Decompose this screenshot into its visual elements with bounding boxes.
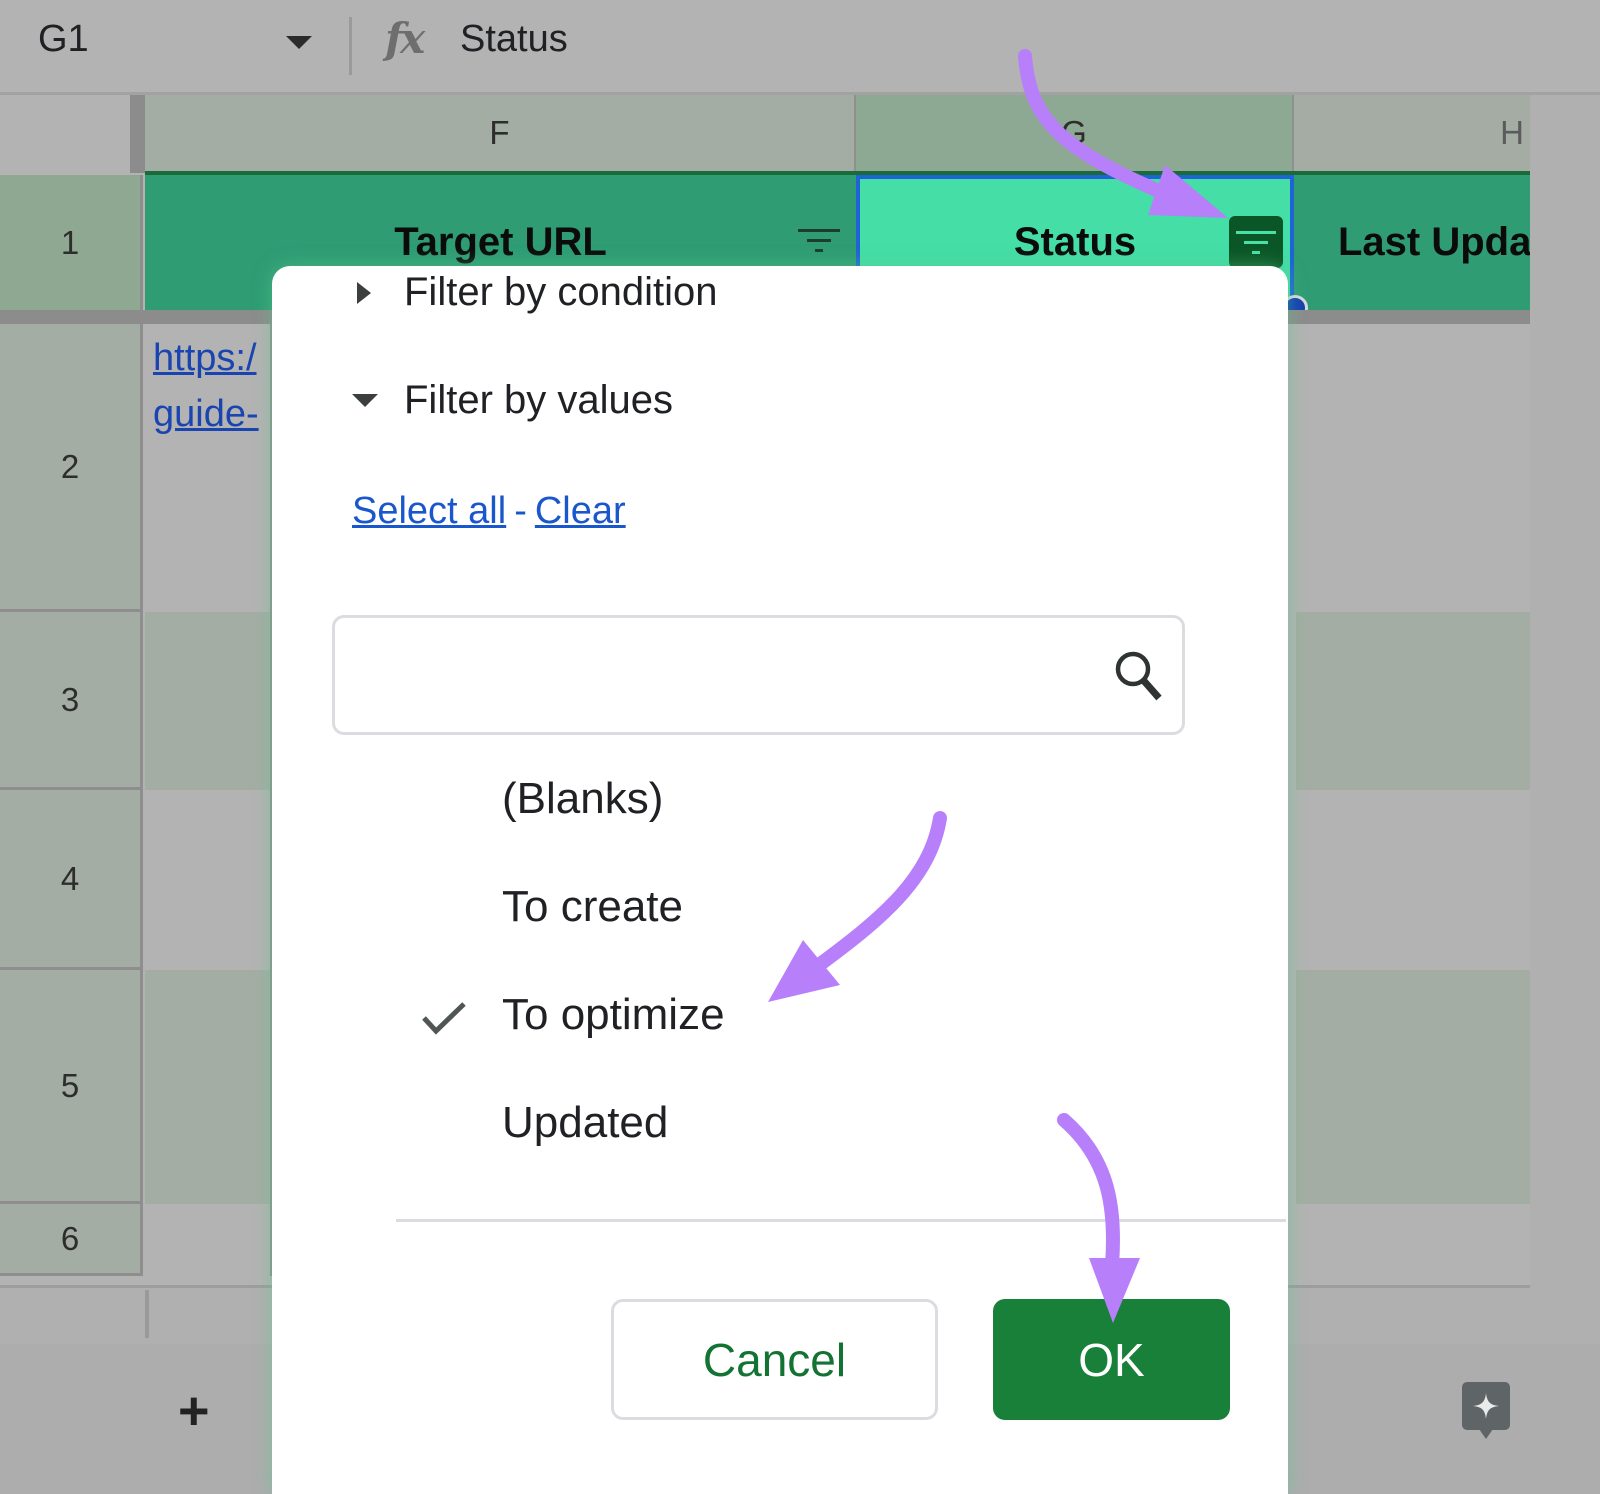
formula-bar-divider bbox=[349, 17, 352, 75]
value-option-blanks[interactable]: (Blanks) bbox=[502, 774, 663, 824]
header-cell-label: Last Upda bbox=[1338, 220, 1530, 264]
row-header-4[interactable]: 4 bbox=[0, 790, 143, 970]
link-separator: - bbox=[514, 490, 527, 532]
filter-button-active[interactable] bbox=[1229, 216, 1283, 268]
cell-h6[interactable] bbox=[1296, 1204, 1530, 1276]
clear-link[interactable]: Clear bbox=[535, 490, 626, 532]
cell-f6[interactable] bbox=[145, 1204, 272, 1276]
filter-by-condition-label: Filter by condition bbox=[404, 270, 718, 314]
dialog-divider bbox=[396, 1219, 1286, 1222]
header-cell-last-updated[interactable]: Last Upda bbox=[1294, 175, 1530, 310]
row-header-2[interactable]: 2 bbox=[0, 324, 143, 612]
formula-input[interactable]: Status bbox=[460, 18, 568, 61]
column-header-g[interactable]: G bbox=[856, 95, 1294, 171]
grid-divider bbox=[145, 1290, 149, 1338]
cancel-button[interactable]: Cancel bbox=[611, 1299, 938, 1420]
value-search-input[interactable] bbox=[353, 638, 1097, 714]
select-all-link[interactable]: Select all bbox=[352, 490, 506, 532]
filter-by-values-label: Filter by values bbox=[404, 378, 673, 422]
row-header-3[interactable]: 3 bbox=[0, 612, 143, 790]
value-option-updated[interactable]: Updated bbox=[502, 1098, 668, 1148]
ok-button[interactable]: OK bbox=[993, 1299, 1230, 1420]
add-sheet-button[interactable]: + bbox=[178, 1380, 210, 1442]
cell-f4[interactable] bbox=[145, 790, 272, 970]
cell-f3[interactable] bbox=[145, 612, 272, 790]
header-cell-label: Status bbox=[1013, 220, 1137, 264]
grid-right-edge bbox=[1530, 95, 1600, 1345]
name-box[interactable]: G1 bbox=[38, 18, 89, 61]
cell-h5[interactable] bbox=[1296, 970, 1530, 1204]
cell-link[interactable]: guide- bbox=[153, 393, 271, 436]
cell-h4[interactable] bbox=[1296, 790, 1530, 970]
cell-h3[interactable] bbox=[1296, 612, 1530, 790]
filter-icon bbox=[1236, 230, 1276, 254]
select-clear-links: Select all - Clear bbox=[352, 490, 626, 533]
select-all-corner[interactable] bbox=[0, 95, 130, 173]
filter-icon[interactable] bbox=[798, 229, 840, 252]
header-cell-label: Target URL bbox=[394, 220, 607, 264]
column-header-h[interactable]: H bbox=[1294, 95, 1530, 171]
name-box-dropdown-icon[interactable] bbox=[286, 36, 312, 49]
value-option-to-optimize[interactable]: To optimize bbox=[502, 990, 725, 1040]
caret-right-icon bbox=[357, 281, 371, 304]
sparkle-icon bbox=[1473, 1393, 1499, 1419]
formula-bar bbox=[0, 0, 1600, 95]
row-header-6[interactable]: 6 bbox=[0, 1204, 143, 1276]
row-header-1[interactable]: 1 bbox=[0, 175, 143, 310]
checkmark-icon[interactable] bbox=[420, 998, 468, 1038]
caret-down-icon bbox=[352, 394, 378, 407]
explore-button[interactable] bbox=[1462, 1382, 1510, 1439]
cell-h2[interactable] bbox=[1296, 324, 1530, 612]
search-icon[interactable] bbox=[1112, 648, 1166, 704]
cell-f5[interactable] bbox=[145, 970, 272, 1204]
cell-link[interactable]: https:/ bbox=[153, 337, 271, 380]
fx-icon: fx bbox=[385, 14, 425, 63]
row-header-5[interactable]: 5 bbox=[0, 970, 143, 1204]
filter-by-condition-toggle[interactable]: Filter by condition bbox=[357, 270, 717, 315]
value-search-box[interactable] bbox=[332, 615, 1185, 735]
frozen-column-handle[interactable] bbox=[130, 95, 145, 173]
filter-by-values-toggle[interactable]: Filter by values bbox=[352, 378, 673, 423]
value-option-to-create[interactable]: To create bbox=[502, 882, 683, 932]
column-header-f[interactable]: F bbox=[145, 95, 856, 171]
